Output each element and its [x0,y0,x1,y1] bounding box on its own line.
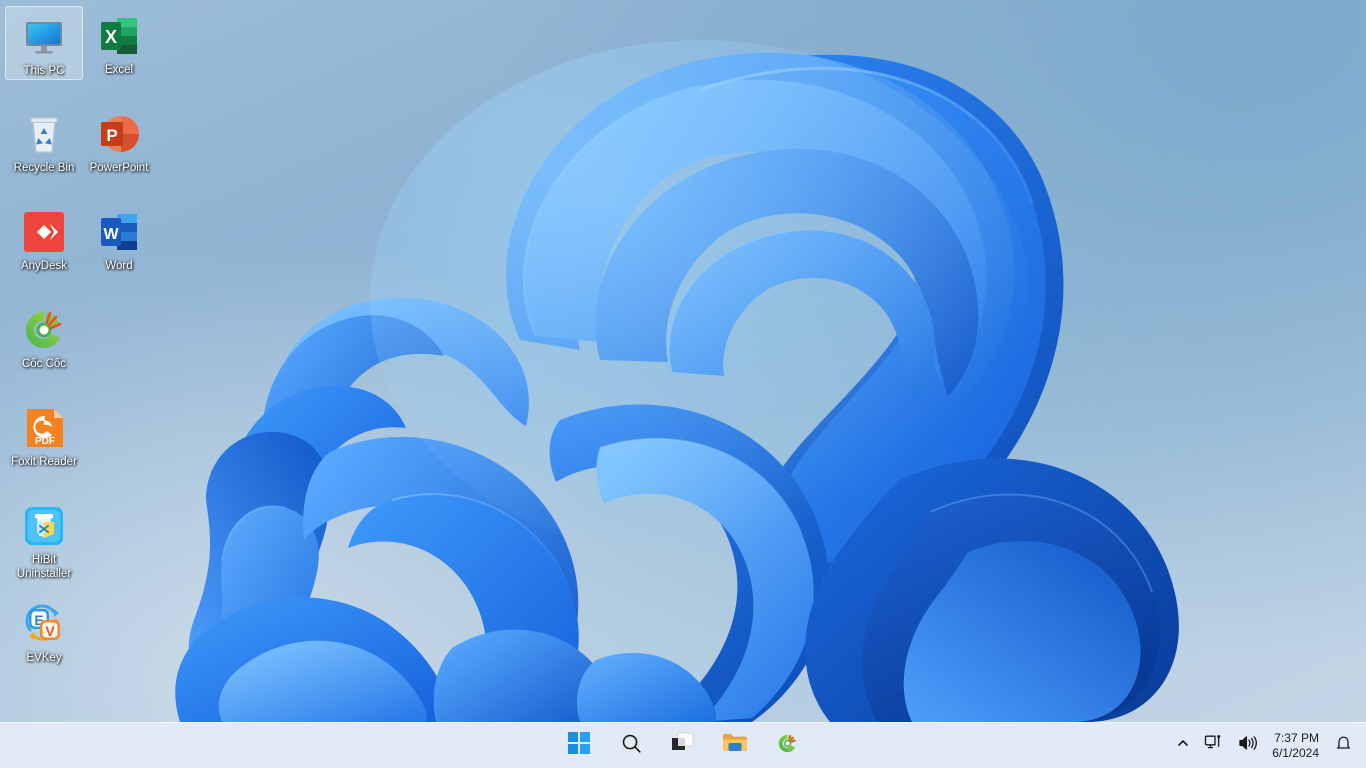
tray-network-button[interactable] [1198,726,1230,766]
taskbar-center-group [559,723,807,768]
bell-icon [1335,734,1352,757]
search-icon [620,732,643,760]
taskbar-search-button[interactable] [611,726,651,766]
desktop-icon-evkey[interactable]: E V EVKey [5,594,83,666]
desktop-icon-label: AnyDesk [20,260,68,272]
desktop-icon-anydesk[interactable]: AnyDesk [5,202,83,274]
desktop[interactable]: This PC X Excel Recycle Bin P PowerPoint… [0,0,1366,768]
excel-icon: X [95,12,143,60]
taskbar[interactable]: 7:37 PM 6/1/2024 [0,722,1366,768]
desktop-icon-this-pc[interactable]: This PC [5,6,83,80]
foxit-pdf-icon: PDF [20,404,68,452]
taskbar-task-view-button[interactable] [663,726,703,766]
tray-show-hidden-icons-button[interactable] [1170,726,1196,766]
clock-date: 6/1/2024 [1272,745,1319,760]
desktop-icon-label: HiBit Uninstaller [16,554,72,580]
powerpoint-icon: P [95,110,143,158]
desktop-icon-foxit-reader[interactable]: PDF Foxit Reader [5,398,83,470]
tray-notifications-button[interactable] [1329,726,1360,766]
desktop-icon-excel[interactable]: X Excel [80,6,158,78]
svg-text:W: W [103,226,119,243]
evkey-icon: E V [20,600,68,648]
desktop-icon-word[interactable]: W Word [80,202,158,274]
taskbar-file-explorer-button[interactable] [715,726,755,766]
clock-time: 7:37 PM [1274,730,1319,745]
desktop-icon-coc-coc[interactable]: Cốc Cốc [5,300,83,372]
svg-text:P: P [106,126,117,145]
coccoc-icon [20,306,68,354]
desktop-icon-powerpoint[interactable]: P PowerPoint [80,104,158,176]
svg-text:X: X [105,27,117,47]
network-monitor-icon [1204,734,1224,757]
chevron-up-icon [1176,736,1190,755]
system-tray: 7:37 PM 6/1/2024 [1170,723,1360,768]
word-icon: W [95,208,143,256]
svg-text:V: V [45,623,55,639]
hibit-uninstaller-icon [20,502,68,550]
desktop-icon-label: Excel [104,64,134,76]
coccoc-icon [776,732,799,760]
desktop-icon-label: This PC [23,65,65,77]
taskbar-coc-coc-button[interactable] [767,726,807,766]
desktop-icon-label: Cốc Cốc [21,358,67,370]
monitor-icon [20,13,68,61]
desktop-icon-label: Recycle Bin [13,162,75,174]
desktop-icon-label: Word [105,260,133,272]
folder-icon [722,732,748,759]
task-view-icon [671,732,695,759]
taskbar-start-button[interactable] [559,726,599,766]
recycle-bin-icon [20,110,68,158]
anydesk-icon [20,208,68,256]
desktop-icon-recycle-bin[interactable]: Recycle Bin [5,104,83,176]
desktop-icon-label: PowerPoint [89,162,149,174]
desktop-icon-label: EVKey [26,652,62,664]
tray-volume-button[interactable] [1232,726,1264,766]
windows-logo-icon [568,732,590,759]
desktop-icon-hibit-uninstaller[interactable]: HiBit Uninstaller [5,496,83,581]
svg-text:PDF: PDF [35,436,55,447]
desktop-wallpaper [0,0,1366,722]
speaker-icon [1238,734,1258,757]
desktop-icon-label: Foxit Reader [11,456,77,468]
taskbar-clock[interactable]: 7:37 PM 6/1/2024 [1266,731,1327,761]
